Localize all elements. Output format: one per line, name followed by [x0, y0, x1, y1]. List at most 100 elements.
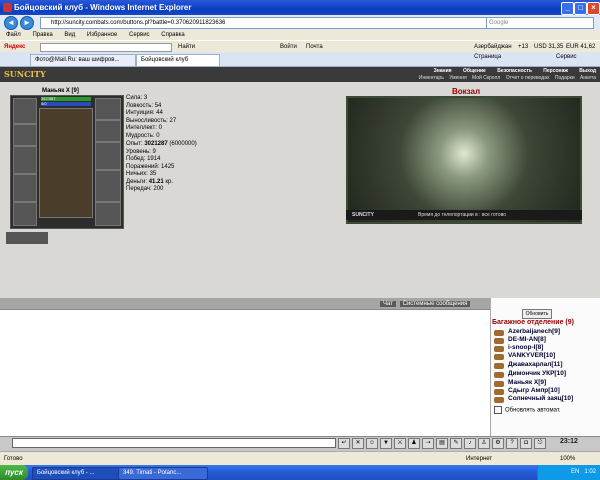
tab-fightclub[interactable]: Бойцовский клуб: [136, 54, 220, 66]
user-item[interactable]: Солнечный заяц[10]: [508, 395, 573, 403]
boots-slot[interactable]: [95, 202, 121, 226]
menu-file[interactable]: Файл: [6, 32, 21, 38]
shield-slot[interactable]: [95, 142, 121, 170]
user-item[interactable]: Джавахарлал[11]: [508, 361, 563, 369]
game-top-nav: Знания Общение Безопасность Персонаж Вых…: [424, 68, 596, 74]
ring-slot[interactable]: [13, 202, 37, 226]
zoom-level[interactable]: 100%: [560, 452, 575, 466]
nav-knowledge[interactable]: Знания: [434, 68, 452, 74]
character-record: Опыт: 3021287 (6000000) Уровень: 9 Побед…: [126, 141, 197, 194]
internet-zone: Интернет: [466, 456, 493, 462]
nav-communication[interactable]: Общение: [463, 68, 486, 74]
user-item[interactable]: Димончик УКР[10]: [508, 370, 566, 378]
person-icon[interactable]: ♟: [408, 438, 420, 449]
character-stats: Сила: 3 Ловкость: 54 Интуиция: 44 Выносл…: [126, 95, 176, 140]
nav-profile[interactable]: Анкета: [580, 75, 596, 81]
game-clock: 23:12: [560, 438, 578, 445]
exit-icon[interactable]: ⎋: [534, 438, 546, 449]
maximize-button[interactable]: □: [574, 2, 587, 15]
forward-button[interactable]: ►: [20, 16, 34, 30]
nav-my-scroll[interactable]: Мой Скролл: [472, 75, 500, 81]
helmet-slot[interactable]: [13, 98, 37, 124]
music-icon[interactable]: ♪: [464, 438, 476, 449]
stat-transfers: Передач: 200: [126, 186, 164, 192]
stat-wisdom: Мудрость: 0: [126, 132, 160, 139]
stat-experience: Опыт: 3021287 (6000000): [126, 141, 197, 147]
nav-exit[interactable]: Выход: [579, 68, 596, 74]
chat-message-input[interactable]: [12, 438, 336, 448]
people-icon[interactable]: ♙: [478, 438, 490, 449]
user-item[interactable]: Сдыгр Ампр[10]: [508, 387, 560, 395]
nav-transfers[interactable]: Отчет о переводах: [506, 75, 550, 81]
chat-area[interactable]: [0, 309, 490, 436]
user-item[interactable]: Azerbaijanech[9]: [508, 328, 560, 336]
tab-mailru[interactable]: Фото@Mail.Ru: ваш шифров...: [30, 54, 136, 66]
nav-gifts[interactable]: Подарки: [555, 75, 575, 81]
yandex-search-input[interactable]: [40, 43, 172, 52]
gloves-slot[interactable]: [95, 120, 121, 142]
minimize-button[interactable]: _: [561, 2, 574, 15]
tools-menu[interactable]: Сервис: [556, 54, 577, 60]
lock-icon[interactable]: ◘: [520, 438, 532, 449]
location-image[interactable]: [346, 96, 582, 224]
tray-clock: 1:02: [584, 469, 596, 475]
send-icon[interactable]: ↵: [338, 438, 350, 449]
stat-money: Деньги: 41.21 кр.: [126, 178, 174, 185]
nav-character[interactable]: Персонаж: [543, 68, 568, 74]
armor-slot[interactable]: [13, 124, 37, 146]
auto-update-label: Обновлять автомат.: [505, 407, 561, 414]
stat-level: Уровень: 9: [126, 148, 156, 155]
walk-icon[interactable]: ⇢: [422, 438, 434, 449]
user-item[interactable]: DE-MI-AN[8]: [508, 336, 546, 344]
language-indicator[interactable]: EN: [571, 469, 579, 475]
menu-help[interactable]: Справка: [161, 32, 185, 38]
rank-badge[interactable]: [6, 232, 48, 244]
inventory-icon[interactable]: ▤: [436, 438, 448, 449]
stat-intellect: Интеллект: 0: [126, 125, 162, 131]
start-button[interactable]: пуск: [0, 465, 28, 480]
user-item[interactable]: VANKYVER[10]: [508, 352, 555, 360]
user-item[interactable]: Маньяк Х[9]: [508, 379, 546, 387]
help-icon[interactable]: ?: [506, 438, 518, 449]
menu-edit[interactable]: Правка: [32, 32, 52, 38]
back-button[interactable]: ◄: [4, 16, 18, 30]
character-avatar[interactable]: [39, 108, 93, 218]
weapon-slot[interactable]: [13, 146, 37, 174]
user-item[interactable]: i-snoop-I[8]: [508, 344, 543, 352]
character-name[interactable]: Маньяк Х [9]: [42, 88, 79, 94]
auto-update-checkbox[interactable]: [494, 406, 502, 414]
filter-icon[interactable]: ▼: [380, 438, 392, 449]
refresh-button[interactable]: Обновить: [522, 309, 552, 319]
belt-slot[interactable]: [13, 174, 37, 202]
system-tray: EN 1:02: [537, 465, 600, 480]
search-input[interactable]: Google: [486, 17, 594, 29]
task-fightclub[interactable]: Бойцовский клуб - ...: [32, 467, 126, 480]
tab-system-messages[interactable]: Системные сообщения: [399, 301, 471, 307]
nav-inventory[interactable]: Инвентарь: [419, 75, 444, 81]
task-music[interactable]: 349. Timati - Potanc...: [118, 467, 208, 480]
clear-icon[interactable]: ✕: [352, 438, 364, 449]
stat-wins: Побед: 1914: [126, 156, 161, 162]
window-title-bar: Бойцовский клуб - Windows Internet Explo…: [0, 0, 600, 15]
settings-icon[interactable]: ⚙: [492, 438, 504, 449]
user-icon: [494, 381, 504, 387]
teleport-status: Время до телепортации в : все готово: [418, 212, 506, 218]
auto-update-toggle[interactable]: Обновлять автомат.: [494, 406, 561, 414]
nav-security[interactable]: Безопасность: [497, 68, 532, 74]
legs-slot[interactable]: [95, 170, 121, 202]
tools-icon[interactable]: ✎: [450, 438, 462, 449]
status-bar: Готово Интернет 100%: [0, 451, 600, 466]
menu-favorites[interactable]: Избранное: [87, 32, 117, 38]
page-menu[interactable]: Страница: [474, 54, 501, 60]
fight-icon[interactable]: ⚔: [394, 438, 406, 449]
smile-icon[interactable]: ☺: [366, 438, 378, 449]
nav-skills[interactable]: Умения: [449, 75, 466, 81]
room-title: Багажное отделение (9): [492, 319, 574, 326]
menu-tools[interactable]: Сервис: [129, 32, 150, 38]
tab-chat[interactable]: Чат: [380, 301, 396, 307]
address-bar[interactable]: http://suncity.combats.com/buttons.pl?ba…: [40, 17, 492, 29]
close-button[interactable]: ×: [587, 2, 600, 15]
menu-view[interactable]: Вид: [64, 32, 75, 38]
stat-endurance: Выносливость: 27: [126, 117, 177, 124]
amulet-slot[interactable]: [95, 98, 121, 120]
